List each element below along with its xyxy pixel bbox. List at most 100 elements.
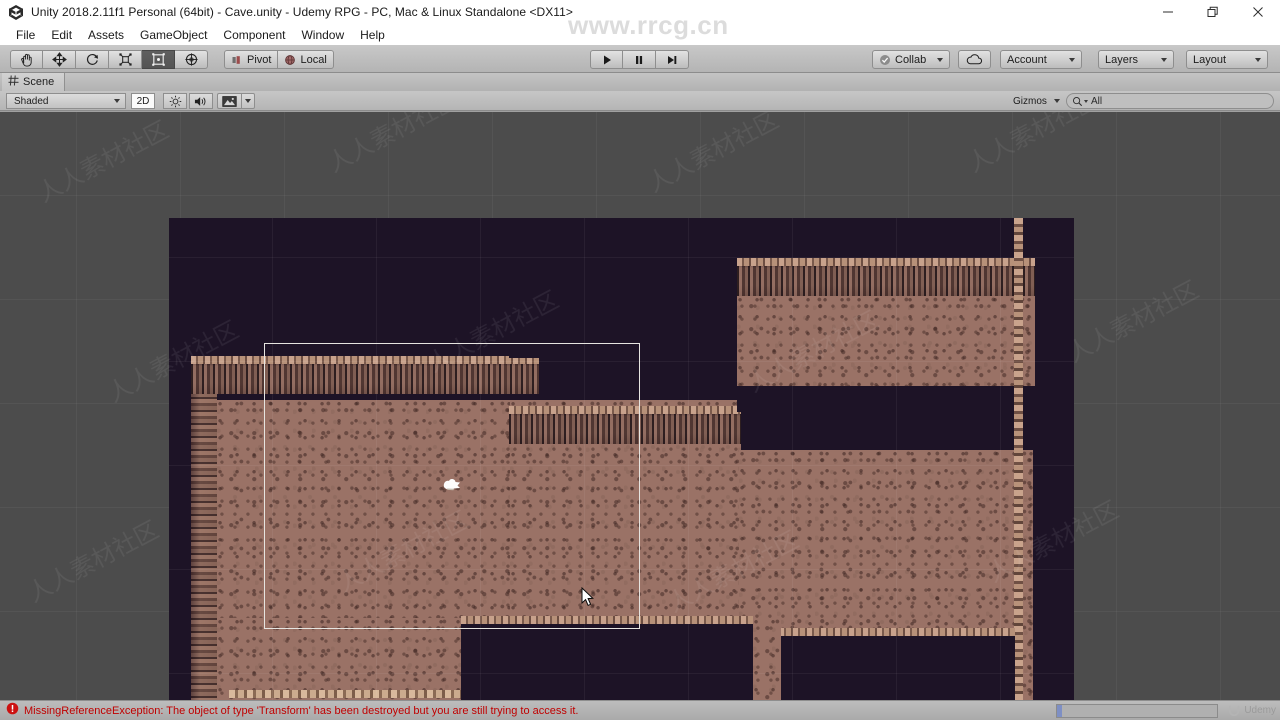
- collab-group: Collab: [872, 50, 950, 69]
- chevron-down-icon: [1069, 57, 1075, 62]
- wall-right-edge: [1014, 218, 1023, 700]
- progress-fill: [1057, 705, 1062, 717]
- chevron-down-icon: [1161, 57, 1167, 62]
- cloud-button[interactable]: [958, 50, 991, 69]
- status-progress-bar: [1056, 704, 1218, 718]
- mode-2d-label: 2D: [136, 95, 150, 107]
- layers-group: Layers: [1098, 50, 1174, 69]
- chevron-down-icon: [245, 99, 251, 103]
- scale-tool-button[interactable]: [109, 50, 142, 69]
- chevron-down-icon: [937, 57, 943, 62]
- rect-tool-button[interactable]: [142, 50, 175, 69]
- image-icon: [222, 95, 237, 107]
- cave-void-lower-right: [779, 630, 1015, 700]
- pivot-toggle-button[interactable]: Pivot: [224, 50, 279, 69]
- transform-tools-group: [10, 50, 208, 69]
- minimize-icon[interactable]: [1145, 0, 1190, 24]
- wall-cap-lower-right: [779, 628, 1015, 636]
- toggle-effects-button[interactable]: [217, 93, 241, 109]
- effects-dropdown[interactable]: [241, 93, 255, 109]
- collab-check-icon: [880, 54, 890, 65]
- pause-button[interactable]: [623, 50, 656, 69]
- gizmos-label: Gizmos: [1013, 95, 1047, 107]
- floor-right-top: [737, 296, 1035, 386]
- chevron-down-icon: [1084, 99, 1088, 103]
- move-tool-button[interactable]: [43, 50, 76, 69]
- tab-scene[interactable]: Scene: [2, 73, 66, 91]
- layers-button[interactable]: Layers: [1098, 50, 1174, 69]
- sun-icon: [169, 95, 181, 107]
- pivot-label: Pivot: [247, 53, 272, 66]
- close-icon[interactable]: [1235, 0, 1280, 24]
- pivot-icon: [232, 55, 240, 64]
- toggle-lighting-button[interactable]: [163, 93, 187, 109]
- step-icon: [668, 55, 677, 64]
- unity-editor-window: Unity 2018.2.11f1 Personal (64bit) - Cav…: [0, 0, 1280, 720]
- status-bar[interactable]: MissingReferenceException: The object of…: [0, 700, 1280, 720]
- collab-button[interactable]: Collab: [872, 50, 950, 69]
- transform-tool-button[interactable]: [175, 50, 208, 69]
- play-button[interactable]: [590, 50, 623, 69]
- draw-mode-dropdown[interactable]: Shaded: [6, 93, 126, 109]
- udemy-watermark: Udemy: [1228, 704, 1276, 716]
- cloud-icon: [966, 54, 983, 65]
- unity-icon: [7, 3, 25, 21]
- wall-left-column: [191, 358, 217, 700]
- player-sprite[interactable]: [441, 476, 463, 494]
- title-bar: Unity 2018.2.11f1 Personal (64bit) - Cav…: [0, 0, 1280, 24]
- menu-assets[interactable]: Assets: [80, 26, 132, 44]
- restore-icon[interactable]: [1190, 0, 1235, 24]
- menu-help[interactable]: Help: [352, 26, 393, 44]
- hand-tool-button[interactable]: [10, 50, 43, 69]
- wall-cap-bottom-left: [229, 690, 461, 698]
- step-button[interactable]: [656, 50, 689, 69]
- scene-toolbar: Shaded 2D Gizmos All: [0, 91, 1280, 111]
- cave-void-lower-middle: [461, 618, 753, 700]
- local-label: Local: [300, 53, 327, 66]
- wall-cap-right: [737, 258, 1035, 266]
- menu-gameobject[interactable]: GameObject: [132, 26, 215, 44]
- draw-mode-label: Shaded: [14, 95, 49, 107]
- floor-bottom-right: [753, 618, 781, 700]
- status-error-message: MissingReferenceException: The object of…: [24, 704, 579, 717]
- toggle-audio-button[interactable]: [189, 93, 213, 109]
- error-icon: [6, 702, 19, 720]
- rotate-tool-button[interactable]: [76, 50, 109, 69]
- playback-controls: [590, 50, 689, 69]
- chevron-down-icon: [114, 99, 120, 103]
- menu-window[interactable]: Window: [293, 26, 352, 44]
- menu-file[interactable]: File: [8, 26, 43, 44]
- account-group: Account: [1000, 50, 1082, 69]
- menu-component[interactable]: Component: [215, 26, 293, 44]
- grid-icon: [8, 75, 19, 89]
- layout-group: Layout: [1186, 50, 1268, 69]
- layout-label: Layout: [1193, 53, 1227, 66]
- cave-void-upper-notch: [509, 218, 741, 358]
- scene-tab-label: Scene: [23, 76, 55, 88]
- cloud-group: [958, 50, 991, 69]
- window-controls: [1145, 0, 1280, 24]
- udemy-label: Udemy: [1244, 704, 1276, 716]
- layout-button[interactable]: Layout: [1186, 50, 1268, 69]
- menu-bar: File Edit Assets GameObject Component Wi…: [0, 24, 1280, 45]
- collab-label: Collab: [895, 53, 927, 66]
- layers-label: Layers: [1105, 53, 1139, 66]
- scene-viewport[interactable]: 人人素材社区 人人素材社区 人人素材社区 人人素材社区 人人素材社区 人人素材社…: [0, 112, 1280, 700]
- search-icon: [1073, 96, 1083, 106]
- play-icon: [603, 55, 611, 64]
- account-button[interactable]: Account: [1000, 50, 1082, 69]
- local-toggle-button[interactable]: Local: [278, 50, 334, 69]
- scene-search-input[interactable]: All: [1066, 93, 1274, 109]
- menu-edit[interactable]: Edit: [43, 26, 80, 44]
- toggle-2d-button[interactable]: 2D: [131, 93, 155, 109]
- mouse-cursor: [581, 586, 595, 612]
- scene-panel: Scene Shaded 2D Gizmos All: [0, 73, 1280, 700]
- main-toolbar: Pivot Local Collab Account Layers Layout: [0, 45, 1280, 73]
- window-title: Unity 2018.2.11f1 Personal (64bit) - Cav…: [31, 5, 573, 19]
- pause-icon: [636, 55, 643, 64]
- globe-icon: [285, 54, 296, 65]
- speaker-icon: [194, 96, 206, 106]
- floor-bottom-left: [217, 618, 461, 700]
- account-label: Account: [1007, 53, 1047, 66]
- gizmos-dropdown[interactable]: Gizmos: [1008, 93, 1064, 109]
